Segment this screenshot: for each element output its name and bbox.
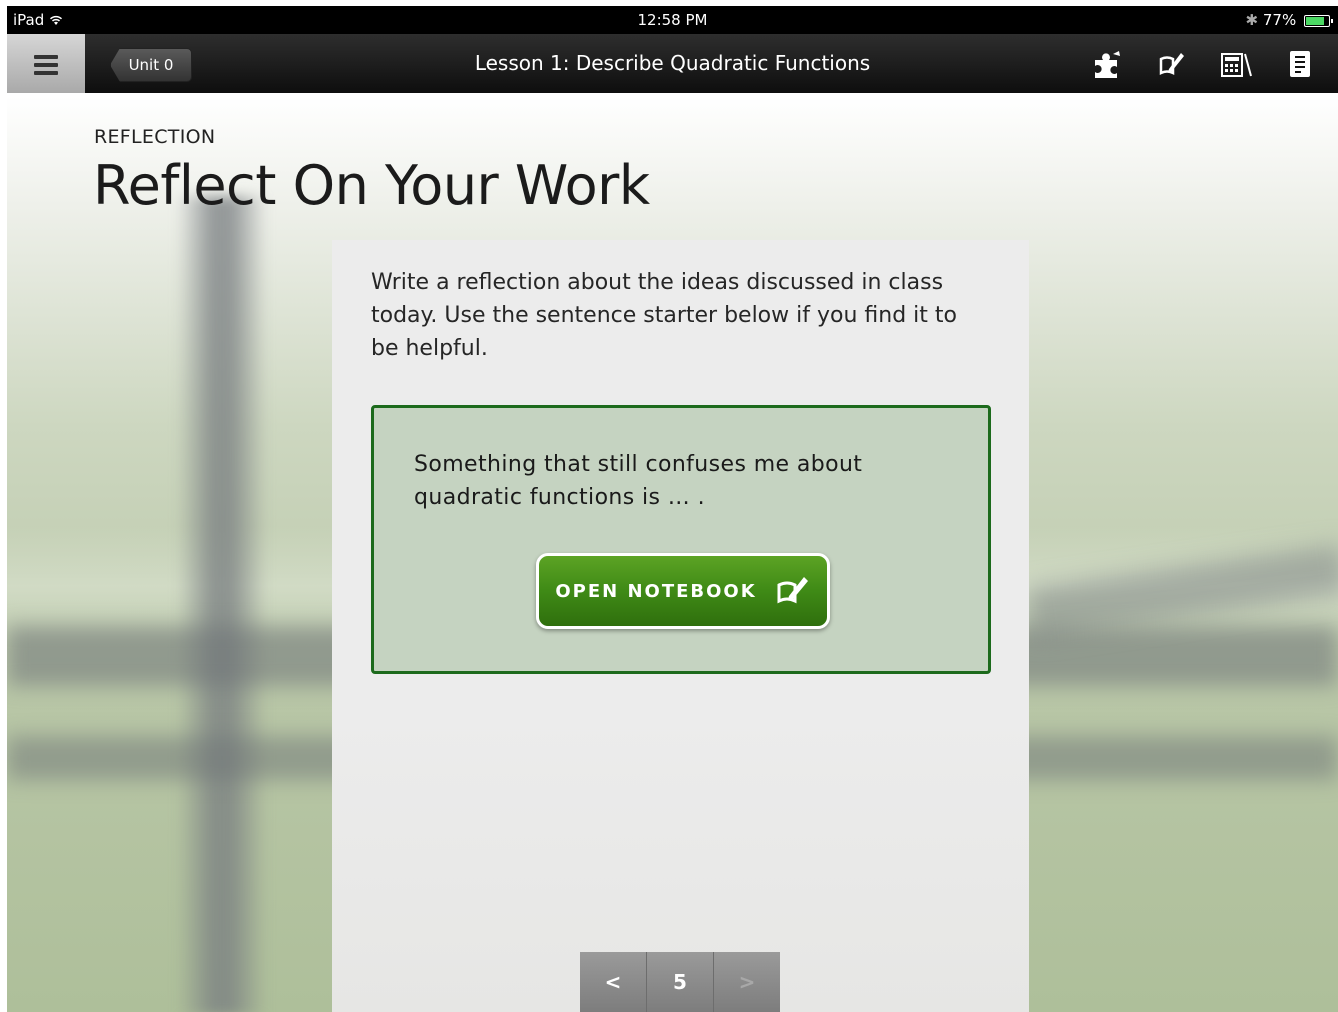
clock: 12:58 PM <box>637 11 708 29</box>
status-bar: iPad 12:58 PM ✱ 77% <box>7 6 1338 34</box>
pagination: < 5 > <box>580 952 780 1012</box>
battery-icon <box>1304 14 1333 27</box>
notebook-pencil-icon[interactable] <box>1154 47 1190 81</box>
sentence-starter-text: Something that still confuses me about q… <box>414 452 863 510</box>
bluetooth-icon: ✱ <box>1245 11 1259 29</box>
puzzle-icon[interactable] <box>1090 47 1126 81</box>
next-page-button[interactable]: > <box>714 952 780 1012</box>
calculator-icon[interactable] <box>1218 47 1254 81</box>
page-title: Reflect On Your Work <box>93 154 650 217</box>
nav-bar: Unit 0 Lesson 1: Describe Quadratic Func… <box>7 34 1338 93</box>
sentence-starter-box: Something that still confuses me about q… <box>371 405 991 674</box>
section-label: REFLECTION <box>94 126 216 148</box>
background-fence-post <box>177 196 267 1012</box>
current-page-number: 5 <box>647 952 714 1012</box>
notebook-pencil-icon <box>775 571 811 611</box>
document-list-icon[interactable] <box>1282 47 1318 81</box>
content-panel: Write a reflection about the ideas discu… <box>332 240 1029 1012</box>
app-window: iPad 12:58 PM ✱ 77% Unit 0 Lesson 1: Des… <box>7 6 1338 1012</box>
battery-percent: 77% <box>1262 11 1297 29</box>
open-notebook-label: OPEN NOTEBOOK <box>555 580 757 602</box>
previous-page-button[interactable]: < <box>580 952 647 1012</box>
status-right: ✱ 77% <box>1245 11 1333 29</box>
open-notebook-button[interactable]: OPEN NOTEBOOK <box>536 553 830 629</box>
toolbar-icons <box>1090 47 1318 81</box>
instructions-text: Write a reflection about the ideas discu… <box>371 270 957 361</box>
